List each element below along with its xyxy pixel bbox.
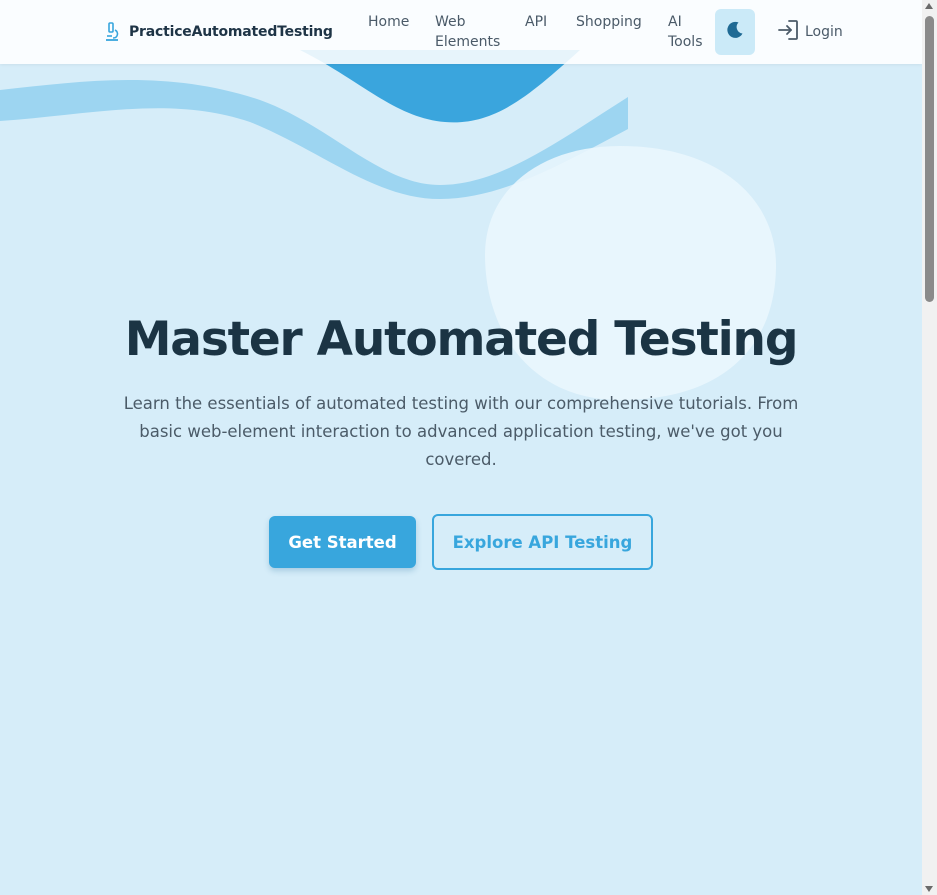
theme-toggle-button[interactable] xyxy=(715,9,755,55)
login-label: Login xyxy=(805,24,843,40)
scrollbar-thumb[interactable] xyxy=(925,16,934,302)
scroll-down-arrow-icon[interactable] xyxy=(925,886,933,892)
login-link[interactable]: Login xyxy=(776,20,843,44)
microscope-icon xyxy=(104,21,122,43)
brand-link[interactable]: PracticeAutomatedTesting xyxy=(104,21,333,43)
nav-item-ai-tools[interactable]: AI Tools xyxy=(668,12,706,52)
moon-icon xyxy=(725,20,745,44)
page: PracticeAutomatedTesting Home Web Elemen… xyxy=(0,0,922,895)
login-arrow-icon xyxy=(776,18,800,46)
vertical-scrollbar[interactable] xyxy=(922,0,937,895)
nav-item-api[interactable]: API xyxy=(525,12,547,32)
get-started-button[interactable]: Get Started xyxy=(269,516,416,568)
hero-title: Master Automated Testing xyxy=(124,312,799,367)
scroll-up-arrow-icon[interactable] xyxy=(925,3,933,9)
nav-item-web-elements[interactable]: Web Elements xyxy=(435,12,501,52)
nav-item-home[interactable]: Home xyxy=(368,12,409,32)
navbar: PracticeAutomatedTesting Home Web Elemen… xyxy=(0,0,922,64)
brand-name: PracticeAutomatedTesting xyxy=(129,24,333,40)
hero-description: Learn the essentials of automated testin… xyxy=(123,394,799,469)
nav-item-shopping[interactable]: Shopping xyxy=(576,12,642,32)
explore-api-testing-button[interactable]: Explore API Testing xyxy=(432,514,653,570)
